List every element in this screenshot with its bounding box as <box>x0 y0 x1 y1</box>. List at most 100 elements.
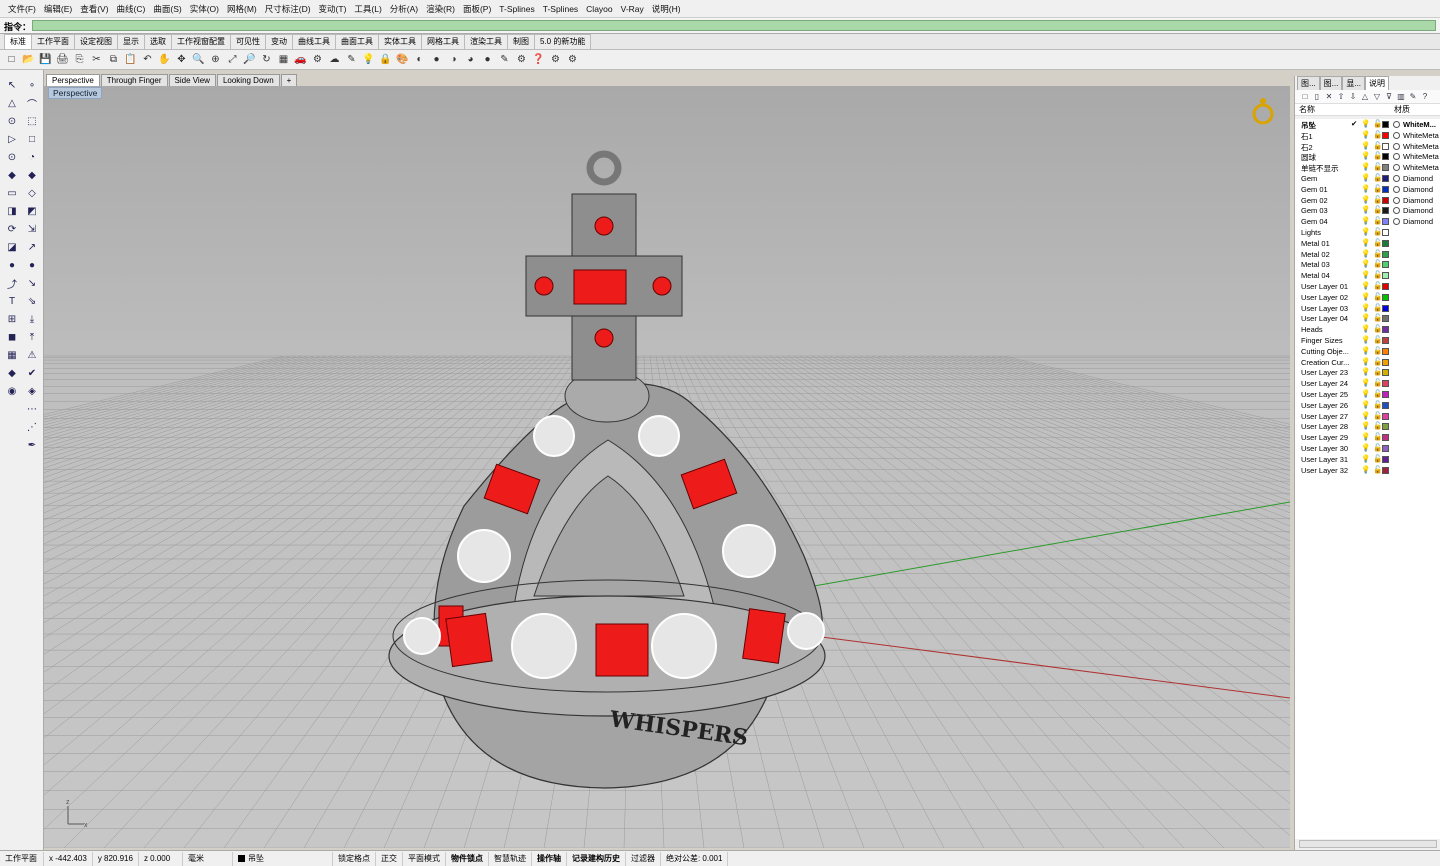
layer-row[interactable]: User Layer 30 💡 🔓 <box>1295 443 1440 454</box>
lightbulb-icon[interactable]: 💡 <box>1361 357 1370 366</box>
toolbar-tool-icon[interactable]: ● <box>480 52 495 67</box>
layer-color-swatch[interactable] <box>1382 207 1389 215</box>
lock-icon[interactable]: 🔓 <box>1373 151 1382 160</box>
layer-row[interactable]: Gem 01 💡 🔓 Diamond <box>1295 184 1440 195</box>
toolbar-tab[interactable]: 设定视图 <box>74 34 118 49</box>
layer-tool-icon[interactable]: ✕ <box>1323 92 1335 101</box>
layer-color-swatch[interactable] <box>1382 304 1389 312</box>
layer-color-swatch[interactable] <box>1382 466 1389 474</box>
left-tool-icon[interactable]: ⋰ <box>24 420 40 435</box>
toolbar-tool-icon[interactable]: ● <box>429 52 444 67</box>
lightbulb-icon[interactable]: 💡 <box>1361 378 1370 387</box>
toolbar-tab[interactable]: 可见性 <box>230 34 266 49</box>
toolbar-tab[interactable]: 标准 <box>4 34 32 49</box>
layer-row[interactable]: Creation Cur... 💡 🔓 <box>1295 357 1440 368</box>
left-tool-icon[interactable]: ⇲ <box>24 222 40 237</box>
layer-row[interactable]: Gem 02 💡 🔓 Diamond <box>1295 195 1440 206</box>
lightbulb-icon[interactable]: 💡 <box>1361 238 1370 247</box>
panel-tab[interactable]: 说明 <box>1365 76 1390 90</box>
menu-item[interactable]: 网格(M) <box>223 3 261 15</box>
menu-item[interactable]: 渲染(R) <box>422 3 459 15</box>
lock-icon[interactable]: 🔓 <box>1373 281 1382 290</box>
toolbar-tool-icon[interactable]: ✎ <box>497 52 512 67</box>
toolbar-tab[interactable]: 5.0 的新功能 <box>534 34 592 49</box>
menu-item[interactable]: 文件(F) <box>4 3 40 15</box>
lock-icon[interactable]: 🔓 <box>1373 227 1382 236</box>
left-tool-icon[interactable]: ⟳ <box>4 222 20 237</box>
layer-row[interactable]: User Layer 02 💡 🔓 <box>1295 292 1440 303</box>
toolbar-tool-icon[interactable]: ⊕ <box>208 52 223 67</box>
lock-icon[interactable]: 🔓 <box>1373 367 1382 376</box>
viewport-tab[interactable]: Looking Down <box>216 74 280 86</box>
status-units[interactable]: 毫米 <box>183 851 233 866</box>
layer-row[interactable]: Metal 02 💡 🔓 <box>1295 249 1440 260</box>
layer-row[interactable]: 圆球 💡 🔓 WhiteMeta <box>1295 151 1440 162</box>
layer-color-swatch[interactable] <box>1382 218 1389 226</box>
layer-row[interactable]: User Layer 31 💡 🔓 <box>1295 454 1440 465</box>
toolbar-tool-icon[interactable]: 🎨 <box>395 52 410 67</box>
layer-row[interactable]: Cutting Obje... 💡 🔓 <box>1295 346 1440 357</box>
layer-row[interactable]: User Layer 25 💡 🔓 <box>1295 389 1440 400</box>
status-toggle[interactable]: 物件锁点 <box>446 851 489 866</box>
left-tool-icon[interactable]: ▦ <box>4 348 20 363</box>
left-tool-icon[interactable]: ⬚ <box>24 114 40 129</box>
viewport-label[interactable]: Perspective <box>48 87 103 99</box>
lock-icon[interactable]: 🔓 <box>1373 216 1382 225</box>
left-tool-icon[interactable]: ↖ <box>4 78 20 93</box>
layer-color-swatch[interactable] <box>1382 315 1389 323</box>
menu-item[interactable]: 编辑(E) <box>40 3 76 15</box>
layer-row[interactable]: Metal 03 💡 🔓 <box>1295 259 1440 270</box>
lightbulb-icon[interactable]: 💡 <box>1361 421 1370 430</box>
toolbar-tool-icon[interactable]: ⚙ <box>548 52 563 67</box>
toolbar-tool-icon[interactable]: 💡 <box>361 52 376 67</box>
toolbar-tab[interactable]: 选取 <box>144 34 172 49</box>
layer-color-swatch[interactable] <box>1382 121 1389 128</box>
left-tool-icon[interactable]: ⊙ <box>4 114 20 129</box>
left-tool-icon[interactable]: ◆ <box>4 366 20 381</box>
status-cplane[interactable]: 工作平面 <box>0 851 44 866</box>
panel-tab[interactable]: 图... <box>1297 76 1320 90</box>
perspective-viewport[interactable]: WHISPERS z x Perspective <box>44 86 1290 848</box>
layer-tool-icon[interactable]: ? <box>1419 92 1431 101</box>
menu-item[interactable]: 分析(A) <box>386 3 422 15</box>
toolbar-tool-icon[interactable]: ◑ <box>446 52 461 67</box>
toolbar-tool-icon[interactable]: 🔍 <box>191 52 206 67</box>
status-toggle[interactable]: 记录建构历史 <box>567 851 626 866</box>
lightbulb-icon[interactable]: 💡 <box>1361 443 1370 452</box>
status-layer[interactable]: 吊坠 <box>233 851 333 866</box>
command-input[interactable] <box>32 20 1436 31</box>
toolbar-tool-icon[interactable]: ⚙ <box>310 52 325 67</box>
layer-row[interactable]: User Layer 03 💡 🔓 <box>1295 303 1440 314</box>
toolbar-tool-icon[interactable]: 💾 <box>38 52 53 67</box>
layer-color-swatch[interactable] <box>1382 293 1389 301</box>
left-tool-icon[interactable]: ◇ <box>24 186 40 201</box>
toolbar-tool-icon[interactable]: ✥ <box>174 52 189 67</box>
layer-color-swatch[interactable] <box>1382 347 1389 355</box>
lightbulb-icon[interactable]: 💡 <box>1361 259 1370 268</box>
viewport-tab[interactable]: Side View <box>168 74 216 86</box>
layer-row[interactable]: User Layer 32 💡 🔓 <box>1295 465 1440 476</box>
menu-item[interactable]: 工具(L) <box>350 3 385 15</box>
left-tool-icon[interactable]: ▭ <box>4 186 20 201</box>
left-tool-icon[interactable]: ◪ <box>4 240 20 255</box>
menu-item[interactable]: 实体(O) <box>186 3 223 15</box>
layer-color-swatch[interactable] <box>1382 261 1389 269</box>
layer-row[interactable]: User Layer 01 💡 🔓 <box>1295 281 1440 292</box>
panel-tab[interactable]: 图... <box>1319 76 1343 90</box>
left-tool-icon[interactable]: □ <box>24 132 40 147</box>
lock-icon[interactable]: 🔓 <box>1373 205 1382 214</box>
left-tool-icon[interactable]: ∘ <box>24 78 40 93</box>
menu-item[interactable]: V-Ray <box>617 4 648 14</box>
material-icon[interactable] <box>1393 131 1400 139</box>
layer-color-swatch[interactable] <box>1382 250 1389 258</box>
toolbar-tab[interactable]: 曲线工具 <box>292 34 336 49</box>
left-tool-icon[interactable]: ⊞ <box>4 312 20 327</box>
toolbar-tool-icon[interactable]: 📂 <box>21 52 36 67</box>
material-icon[interactable] <box>1393 207 1400 215</box>
layer-color-swatch[interactable] <box>1382 455 1389 463</box>
lock-icon[interactable]: 🔓 <box>1373 454 1382 463</box>
layer-color-swatch[interactable] <box>1382 444 1389 452</box>
left-tool-icon[interactable]: △ <box>4 96 20 111</box>
layer-row[interactable]: User Layer 23 💡 🔓 <box>1295 367 1440 378</box>
toolbar-tab[interactable]: 显示 <box>117 34 145 49</box>
